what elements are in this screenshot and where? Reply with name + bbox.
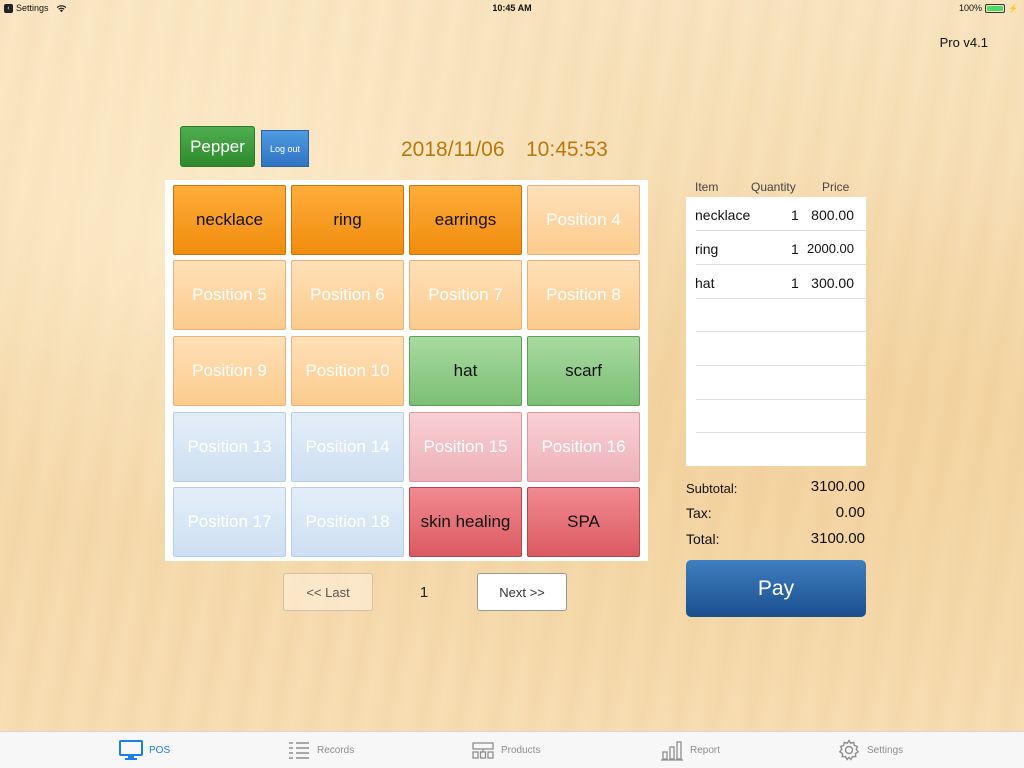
total-label: Total: (686, 531, 720, 547)
page-number: 1 (419, 584, 429, 601)
tax-label: Tax: (686, 505, 712, 521)
tab-label: Settings (867, 744, 904, 756)
tab-label: POS (149, 744, 171, 756)
row-divider (696, 399, 866, 400)
order-row[interactable]: hat 1 300.00 (686, 265, 866, 299)
next-page-button[interactable]: Next >> (477, 573, 567, 611)
monitor-icon (119, 740, 143, 760)
current-date: 2018/11/06 (401, 138, 505, 161)
product-tile[interactable]: ring (291, 185, 404, 255)
tab-records[interactable]: Records (287, 739, 354, 761)
order-item-price: 800.00 (811, 207, 854, 223)
order-item-qty: 1 (791, 275, 799, 291)
tab-label: Report (690, 744, 721, 756)
order-item-price: 2000.00 (807, 241, 854, 256)
row-divider (696, 298, 866, 299)
product-grid: necklace ring earrings Position 4 Positi… (165, 180, 648, 561)
tab-pos[interactable]: POS (119, 739, 170, 761)
product-tile[interactable]: hat (409, 336, 522, 406)
current-time: 10:45:53 (526, 138, 608, 161)
status-time: 10:45 AM (492, 3, 532, 13)
user-button[interactable]: Pepper (180, 126, 255, 167)
product-tile[interactable]: Position 4 (527, 185, 640, 255)
bar-chart-icon (661, 741, 683, 761)
app-version: Pro v4.1 (939, 35, 988, 50)
product-tile[interactable]: Position 9 (173, 336, 286, 406)
order-row[interactable]: ring 1 2000.00 (686, 231, 866, 265)
product-tile[interactable]: Position 13 (173, 412, 286, 482)
product-tile[interactable]: Position 14 (291, 412, 404, 482)
product-tile[interactable]: Position 8 (527, 260, 640, 330)
tab-bar: POS Records Products Report Settings (0, 731, 1024, 768)
product-tile[interactable]: necklace (173, 185, 286, 255)
quantity-column-header: Quantity (751, 180, 796, 194)
product-tile[interactable]: scarf (527, 336, 640, 406)
product-tile[interactable]: SPA (527, 487, 640, 557)
prev-page-button[interactable]: << Last (283, 573, 373, 611)
pay-button[interactable]: Pay (686, 560, 866, 617)
tab-settings[interactable]: Settings (837, 739, 903, 761)
subtotal-value: 3100.00 (810, 478, 865, 495)
products-icon (472, 742, 494, 759)
logout-button[interactable]: Log out (261, 130, 309, 167)
product-tile[interactable]: Position 5 (173, 260, 286, 330)
tab-products[interactable]: Products (471, 739, 540, 761)
product-tile[interactable]: skin healing (409, 487, 522, 557)
list-icon (289, 742, 309, 759)
product-tile[interactable]: Position 15 (409, 412, 522, 482)
order-header: Item Quantity Price (686, 180, 866, 196)
order-item-name: ring (695, 241, 719, 257)
tax-value: 0.00 (835, 504, 865, 521)
tab-label: Records (317, 744, 355, 756)
order-item-name: necklace (695, 207, 751, 223)
order-item-qty: 1 (791, 207, 799, 223)
total-value: 3100.00 (810, 530, 865, 547)
subtotal-label: Subtotal: (686, 481, 738, 496)
status-bar: ‹ Settings 10:45 AM 100% ⚡ (0, 0, 1024, 18)
product-tile[interactable]: Position 16 (527, 412, 640, 482)
product-tile[interactable]: Position 7 (409, 260, 522, 330)
order-row[interactable]: necklace 1 800.00 (686, 197, 866, 231)
order-item-price: 300.00 (811, 275, 854, 291)
battery-icon (985, 3, 1006, 13)
tab-report[interactable]: Report (660, 739, 720, 761)
battery-percent: 100% (959, 3, 983, 13)
row-divider (696, 432, 866, 433)
gear-icon (838, 739, 860, 761)
item-column-header: Item (695, 180, 719, 194)
charging-icon: ⚡ (1008, 3, 1018, 13)
product-tile[interactable]: earrings (409, 185, 522, 255)
price-column-header: Price (822, 180, 850, 194)
row-divider (696, 331, 866, 332)
product-tile[interactable]: Position 10 (291, 336, 404, 406)
product-tile[interactable]: Position 17 (173, 487, 286, 557)
product-tile[interactable]: Position 6 (291, 260, 404, 330)
status-right: 100% ⚡ (959, 3, 1018, 13)
order-item-name: hat (695, 275, 715, 291)
order-list: necklace 1 800.00 ring 1 2000.00 hat 1 3… (686, 197, 866, 466)
tab-label: Products (501, 744, 541, 756)
order-item-qty: 1 (791, 241, 799, 257)
row-divider (696, 365, 866, 366)
product-tile[interactable]: Position 18 (291, 487, 404, 557)
